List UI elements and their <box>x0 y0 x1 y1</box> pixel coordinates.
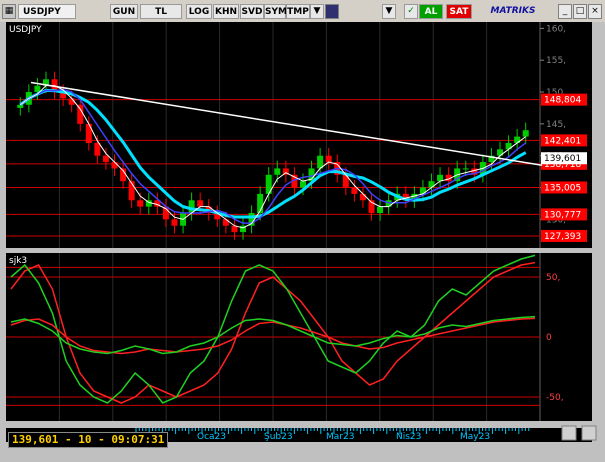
candle-body <box>522 130 529 137</box>
scroll-right-icon <box>581 425 597 441</box>
price-y-tick-label: 155, <box>546 56 566 66</box>
minimize-icon[interactable]: _ <box>558 4 572 19</box>
sym-button[interactable]: SYM <box>264 4 287 19</box>
candle-body <box>94 142 101 156</box>
candle-body <box>102 155 109 163</box>
price-y-tick-label: 145, <box>546 120 566 130</box>
khn-button[interactable]: KHN <box>213 4 239 19</box>
sat-button[interactable]: SAT <box>446 4 472 19</box>
log-button[interactable]: LOG <box>186 4 212 19</box>
symbol-button[interactable]: USDJPY <box>18 4 76 19</box>
osc-label: sjk3 <box>9 256 27 266</box>
price-level-label: 130,777 <box>544 210 581 220</box>
current-price-label: 139,601 <box>544 154 581 164</box>
candle-body <box>137 200 144 207</box>
al-button[interactable]: AL <box>419 4 443 19</box>
price-symbol-label: USDJPY <box>9 25 42 35</box>
svd-button[interactable]: SVD <box>240 4 264 19</box>
close-icon[interactable]: × <box>588 4 602 19</box>
candle-body <box>85 123 92 143</box>
x-tick-label: Mar23 <box>326 432 354 442</box>
check-icon[interactable]: ✓ <box>404 4 418 19</box>
osc-y-tick-label: 50, <box>546 273 560 283</box>
x-tick-label: Nis23 <box>396 432 421 442</box>
window-menu-icon[interactable]: ▦ <box>2 4 16 19</box>
refresh-icon <box>561 425 577 441</box>
price-level-label: 127,393 <box>544 232 581 242</box>
candle-body <box>377 206 384 213</box>
candle-body <box>111 162 118 169</box>
candle-body <box>462 168 469 170</box>
chart-toolbar: ▦ USDJPY GUN TL LOG KHN SVD SYM TMP ▼ ▼ … <box>0 0 605 23</box>
gun-button[interactable]: GUN <box>110 4 138 19</box>
price-level-label: 135,005 <box>544 183 581 193</box>
brand-logo: MATRIKS <box>485 4 541 19</box>
last-price-readout: 139,601 - 10 - 09:07:31 <box>8 432 169 448</box>
candle-body <box>197 200 204 207</box>
candle-body <box>77 104 84 124</box>
candle-body <box>17 104 24 108</box>
color-picker-icon[interactable] <box>325 4 339 19</box>
candle-body <box>351 187 358 194</box>
osc-y-tick-label: -50, <box>546 393 564 403</box>
x-tick-label: Oca23 <box>197 432 226 442</box>
candle-body <box>359 193 366 201</box>
tl-button[interactable]: TL <box>140 4 182 19</box>
candle-body <box>34 85 41 93</box>
x-tick-label: May23 <box>460 432 490 442</box>
tmp-button[interactable]: TMP <box>286 4 310 19</box>
price-y-tick-label: 160, <box>546 24 566 34</box>
dropdown-arrow-icon[interactable]: ▼ <box>310 4 324 19</box>
candle-body <box>274 168 281 175</box>
candle-body <box>171 219 178 226</box>
tools-dropdown-icon[interactable]: ▼ <box>382 4 396 19</box>
maximize-icon[interactable]: □ <box>573 4 587 19</box>
price-level-label: 148,804 <box>544 96 581 106</box>
osc-y-tick-label: 0 <box>546 333 552 343</box>
x-tick-label: Şub23 <box>264 432 293 442</box>
candle-body <box>325 155 332 163</box>
chart-area[interactable]: 160,155,150,145,140,135,130,148,804142,4… <box>0 22 605 442</box>
price-level-label: 142,401 <box>544 136 581 146</box>
